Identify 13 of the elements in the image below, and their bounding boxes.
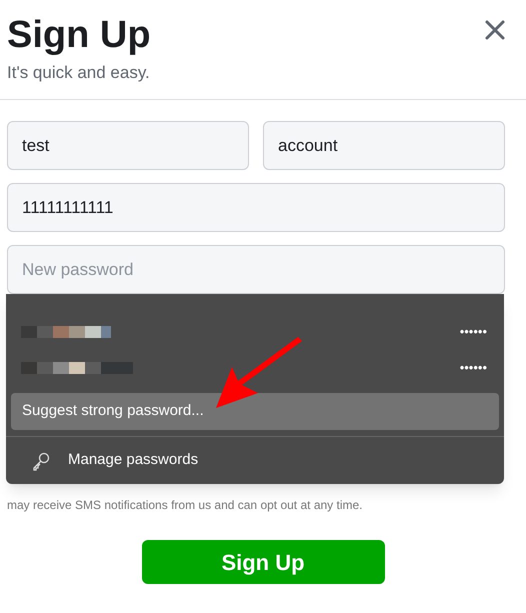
- dialog-title: Sign Up: [7, 13, 151, 58]
- suggest-password-item[interactable]: Suggest strong password...: [11, 392, 499, 430]
- dialog-subtitle: It's quick and easy.: [7, 62, 151, 84]
- input-field[interactable]: account: [263, 121, 505, 170]
- saved-password[interactable]: ••••••: [460, 322, 487, 342]
- key-icon: [31, 450, 51, 471]
- terms-text: may receive SMS notifications from us and can opt out at any time.: [7, 498, 362, 512]
- saved-password[interactable]: ••••••: [460, 358, 487, 378]
- close-icon[interactable]: [483, 18, 507, 42]
- input-field[interactable]: test: [7, 121, 249, 170]
- manage-passwords-item[interactable]: Manage passwords: [68, 449, 198, 472]
- input-field[interactable]: 11111111111: [7, 183, 505, 232]
- input-field[interactable]: New password: [7, 245, 505, 294]
